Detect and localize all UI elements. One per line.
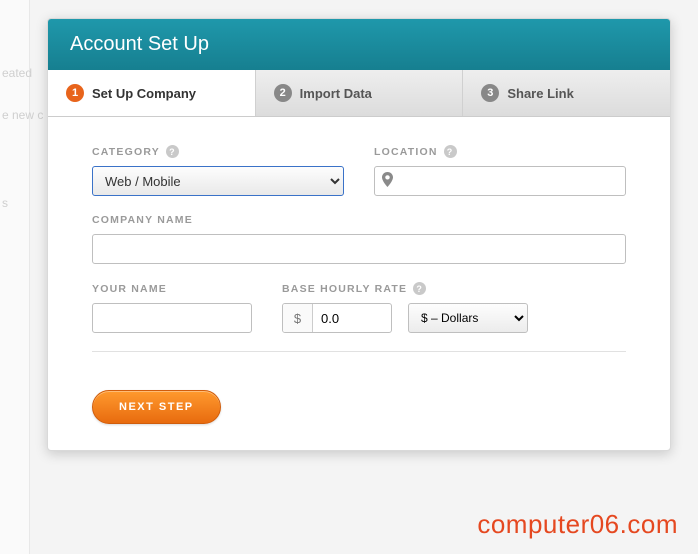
company-name-input[interactable] xyxy=(92,234,626,264)
tab-number: 1 xyxy=(66,84,84,102)
tab-set-up-company[interactable]: 1 Set Up Company xyxy=(48,70,256,116)
rate-label: BASE HOURLY RATE ? xyxy=(282,282,626,295)
currency-symbol: $ xyxy=(283,304,313,332)
company-name-label: COMPANY NAME xyxy=(92,214,626,226)
help-icon[interactable]: ? xyxy=(444,145,457,158)
tab-label: Import Data xyxy=(300,86,372,101)
tab-number: 2 xyxy=(274,84,292,102)
rate-input-group: $ xyxy=(282,303,392,333)
category-label: CATEGORY ? xyxy=(92,145,344,158)
divider xyxy=(92,351,626,352)
your-name-label: YOUR NAME xyxy=(92,283,252,295)
watermark: computer06.com xyxy=(477,509,678,540)
modal-title: Account Set Up xyxy=(48,19,670,70)
bg-text: s xyxy=(2,196,8,210)
form-body: CATEGORY ? Web / Mobile LOCATION ? xyxy=(48,117,670,370)
category-select[interactable]: Web / Mobile xyxy=(92,166,344,196)
bg-text: eated xyxy=(2,66,32,80)
bg-text: e new c xyxy=(2,108,43,122)
tab-share-link[interactable]: 3 Share Link xyxy=(463,70,670,116)
next-step-button[interactable]: NEXT STEP xyxy=(92,390,221,424)
help-icon[interactable]: ? xyxy=(413,282,426,295)
your-name-input[interactable] xyxy=(92,303,252,333)
location-input[interactable] xyxy=(374,166,626,196)
tab-label: Share Link xyxy=(507,86,573,101)
currency-select[interactable]: $ – Dollars xyxy=(408,303,528,333)
modal-footer: NEXT STEP xyxy=(48,370,670,450)
help-icon[interactable]: ? xyxy=(166,145,179,158)
wizard-tabs: 1 Set Up Company 2 Import Data 3 Share L… xyxy=(48,70,670,117)
tab-number: 3 xyxy=(481,84,499,102)
account-setup-modal: Account Set Up 1 Set Up Company 2 Import… xyxy=(47,18,671,451)
tab-label: Set Up Company xyxy=(92,86,196,101)
rate-input[interactable] xyxy=(313,304,391,332)
location-label: LOCATION ? xyxy=(374,145,626,158)
tab-import-data[interactable]: 2 Import Data xyxy=(256,70,464,116)
